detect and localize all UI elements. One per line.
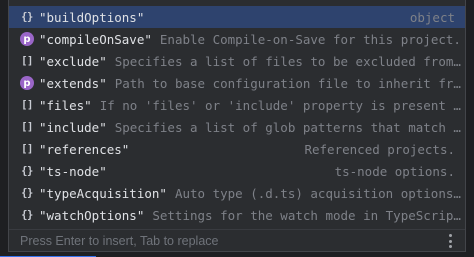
completion-item-description: Settings for the watch mode in TypeScrip…	[152, 207, 461, 223]
array-icon: []	[21, 55, 33, 67]
editor-background: {} "buildOptions" object p "compileOnSave" En…	[0, 0, 474, 257]
completion-item[interactable]: [] "files" If no 'files' or 'include' prop…	[9, 94, 465, 116]
completion-item-description: ts-node options.	[334, 163, 455, 179]
completion-item-name: "watchOptions"	[39, 207, 145, 223]
completion-item-name: "exclude"	[39, 53, 107, 69]
vertical-dots-icon[interactable]	[443, 234, 457, 248]
completion-item-name: "buildOptions"	[39, 9, 145, 25]
completion-item[interactable]: p "extends" Path to base configuration fil…	[9, 72, 465, 94]
completion-item[interactable]: p "compileOnSave" Enable Compile-on-Save f…	[9, 28, 465, 50]
code-completion-popup: {} "buildOptions" object p "compileOnSave" En…	[8, 0, 466, 252]
completion-footer: Press Enter to insert, Tab to replace	[9, 229, 465, 251]
editor-line-strip	[0, 252, 474, 257]
completion-item-description: Enable Compile-on-Save for this project.	[159, 31, 461, 47]
completion-item-type: object	[409, 9, 455, 25]
object-icon: {}	[21, 11, 33, 23]
completion-list: {} "buildOptions" object p "compileOnSave" En…	[9, 6, 465, 226]
completion-item-name: "typeAcquisition"	[39, 185, 167, 201]
object-icon: {}	[21, 165, 33, 177]
completion-item-name: "extends"	[39, 75, 107, 91]
array-icon: []	[21, 121, 33, 133]
array-icon: []	[21, 99, 33, 111]
completion-item-name: "compileOnSave"	[39, 31, 152, 47]
completion-item[interactable]: [] "references" Referenced projects.	[9, 138, 465, 160]
array-icon: []	[21, 143, 33, 155]
property-icon: p	[20, 32, 34, 46]
completion-item-description: Specifies a list of files to be excluded…	[114, 53, 461, 69]
completion-item[interactable]: {} "watchOptions" Settings for the watch m…	[9, 204, 465, 226]
object-icon: {}	[21, 209, 33, 221]
footer-hint: Press Enter to insert, Tab to replace	[20, 234, 219, 248]
completion-item[interactable]: [] "include" Specifies a list of glob patt…	[9, 116, 465, 138]
completion-item-description: Referenced projects.	[304, 141, 455, 157]
completion-item-description: Path to base configuration file to inher…	[114, 75, 461, 91]
completion-item[interactable]: [] "exclude" Specifies a list of files to …	[9, 50, 465, 72]
completion-item-description: Specifies a list of glob patterns that m…	[114, 119, 461, 135]
completion-item-name: "references"	[39, 141, 130, 157]
property-icon: p	[20, 76, 34, 90]
completion-item[interactable]: {} "buildOptions" object	[9, 6, 465, 28]
completion-item-name: "include"	[39, 119, 107, 135]
object-icon: {}	[21, 187, 33, 199]
completion-item-description: Auto type (.d.ts) acquisition options…	[174, 185, 461, 201]
completion-item-name: "ts-node"	[39, 163, 107, 179]
completion-item-name: "files"	[39, 97, 92, 113]
completion-item-description: If no 'files' or 'include' property is p…	[99, 97, 461, 113]
completion-item[interactable]: {} "ts-node" ts-node options.	[9, 160, 465, 182]
caret-underline	[0, 252, 96, 257]
completion-item[interactable]: {} "typeAcquisition" Auto type (.d.ts) acq…	[9, 182, 465, 204]
